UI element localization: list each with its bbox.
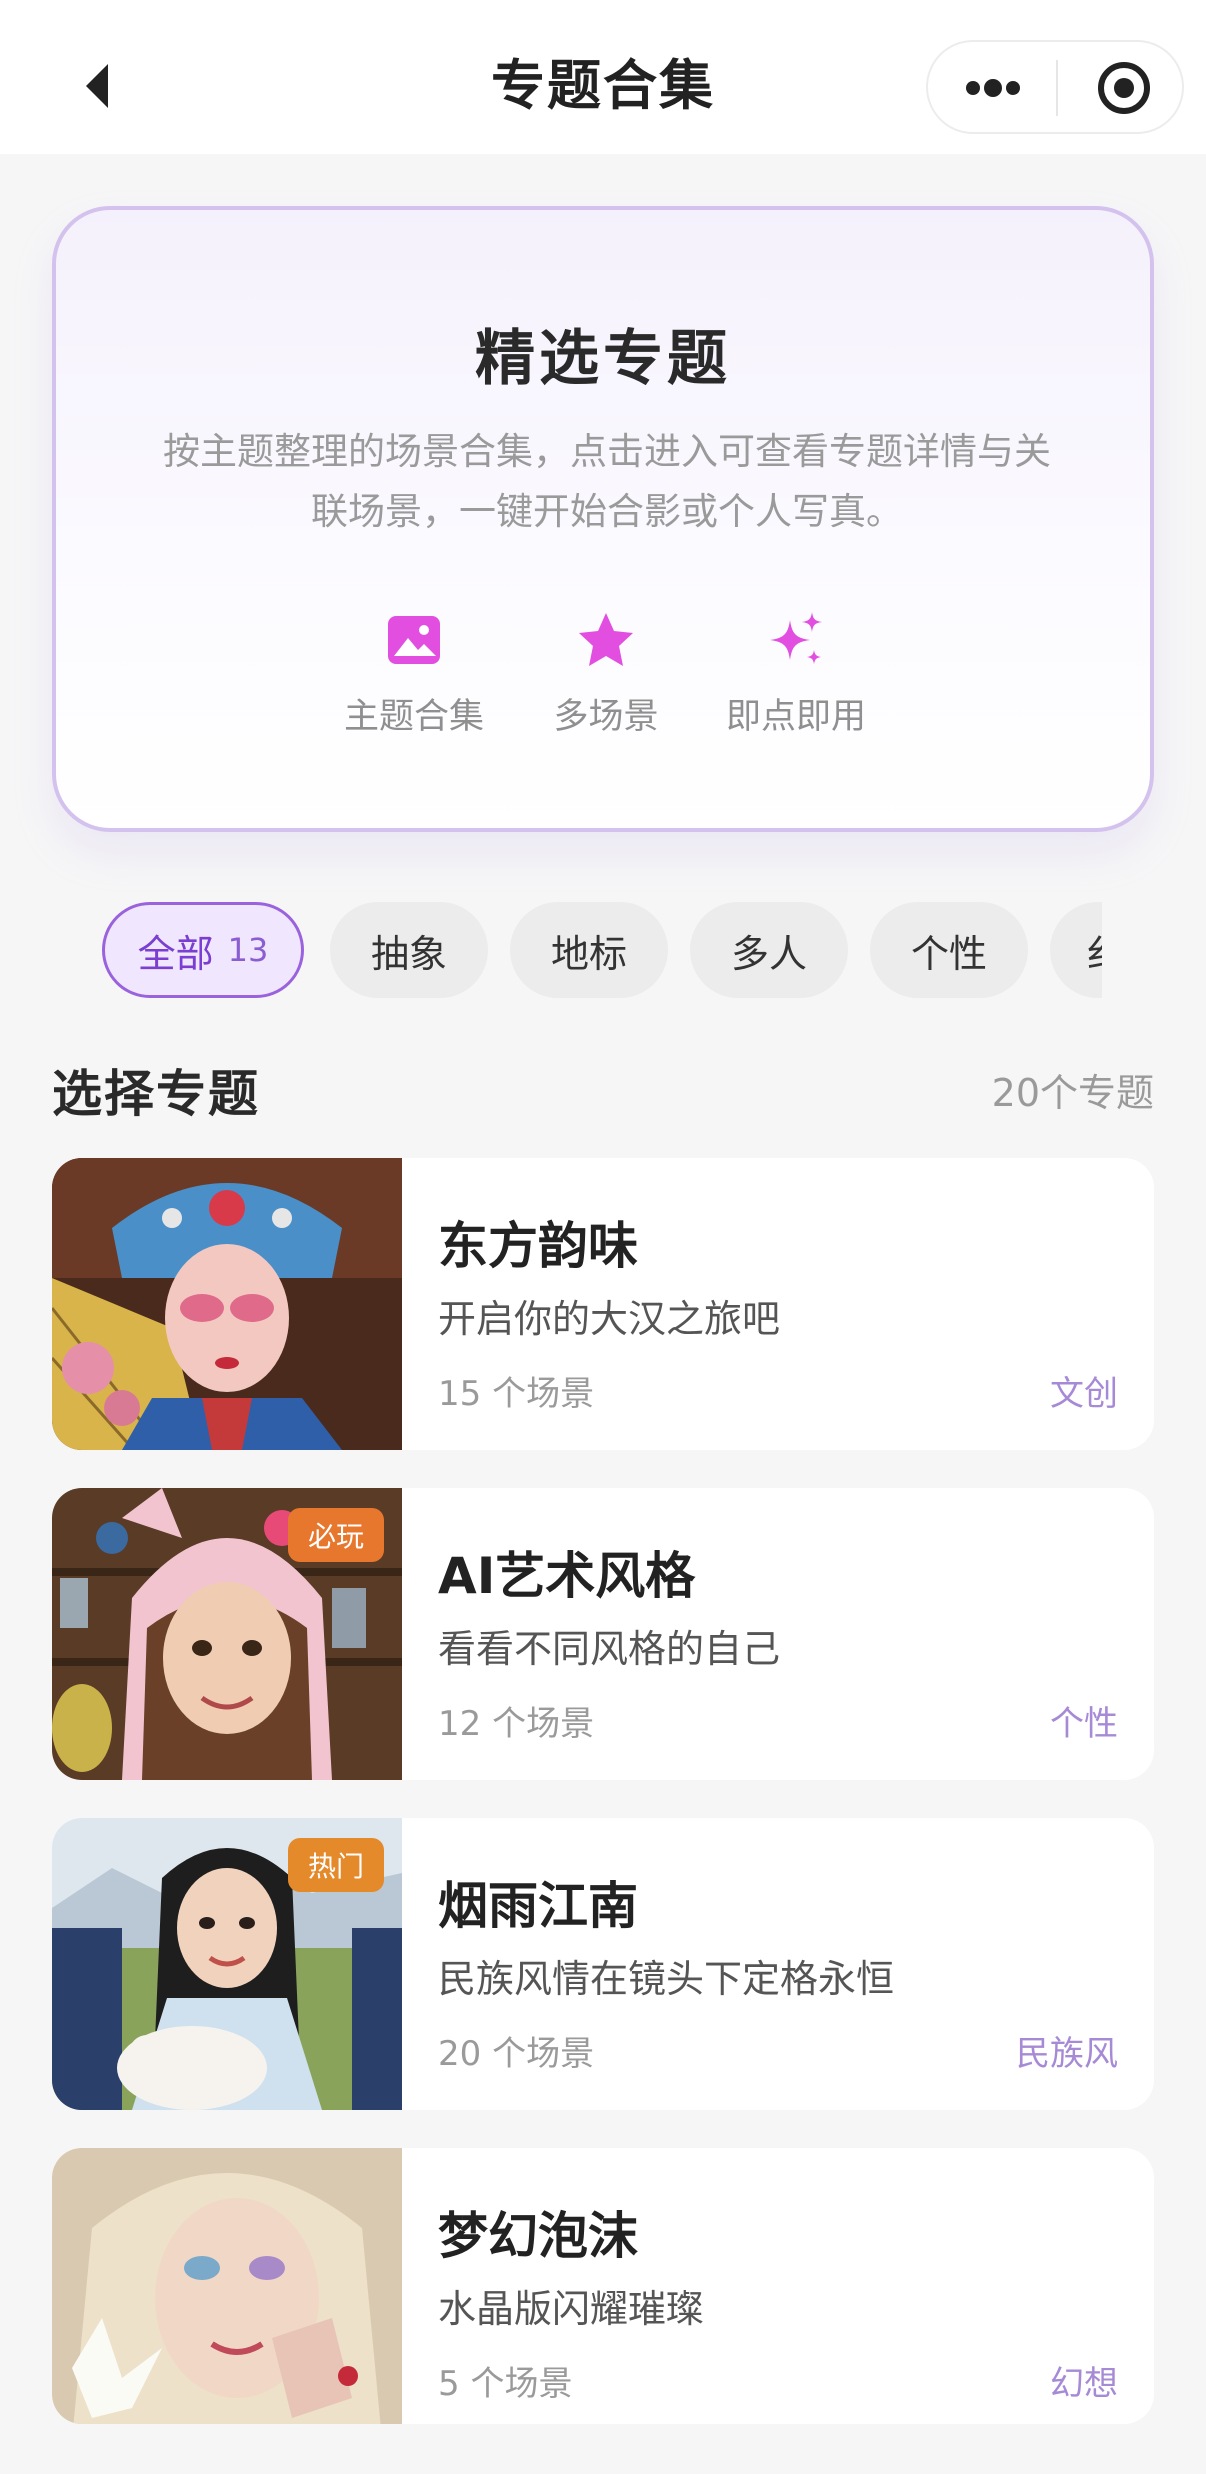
topic-title: 东方韵味 (438, 1217, 638, 1275)
topic-thumbnail-ethnic-girl: 热门 (52, 1818, 402, 2110)
filter-chip-personality[interactable]: 个性 (870, 902, 1028, 998)
topic-title: 梦幻泡沫 (438, 2207, 638, 2265)
topic-subtitle: 开启你的大汉之旅吧 (438, 1297, 781, 1341)
topic-subtitle: 民族风情在镜头下定格永恒 (438, 1957, 895, 2001)
feature-multi-scene: 多场景 (516, 610, 696, 739)
topic-scene-count: 12 个场景 (438, 1704, 595, 1744)
star-icon (576, 610, 636, 670)
topic-title: AI艺术风格 (438, 1547, 696, 1605)
topic-scene-count: 20 个场景 (438, 2034, 595, 2074)
image-icon (384, 610, 444, 670)
navigation-bar: 专题合集 (0, 0, 1206, 154)
category-filter-bar: 全部13 抽象 地标 多人 个性 纟 (102, 898, 1102, 1002)
mini-program-capsule (926, 40, 1184, 134)
topic-tag: 幻想 (1050, 2364, 1118, 2404)
topic-scene-count: 15 个场景 (438, 1374, 595, 1414)
topic-tag: 个性 (1050, 1704, 1118, 1744)
close-miniprogram-icon[interactable] (1096, 60, 1152, 116)
filter-chip-landmark[interactable]: 地标 (510, 902, 668, 998)
feature-topic-collection: 主题合集 (324, 610, 504, 739)
section-title: 选择专题 (52, 1065, 260, 1123)
badge-must-play: 必玩 (288, 1508, 384, 1562)
more-icon[interactable] (958, 70, 1028, 106)
topic-subtitle: 水晶版闪耀璀璨 (438, 2287, 705, 2331)
sparkle-icon (766, 610, 826, 670)
topic-card[interactable]: 东方韵味 开启你的大汉之旅吧 15 个场景 文创 (52, 1158, 1154, 1450)
topic-scene-count: 5 个场景 (438, 2364, 573, 2404)
topic-card[interactable]: 热门 烟雨江南 民族风情在镜头下定格永恒 20 个场景 民族风 (52, 1818, 1154, 2110)
topic-thumbnail-kitty-hat-girl: 必玩 (52, 1488, 402, 1780)
topic-title: 烟雨江南 (438, 1877, 638, 1935)
topic-count: 20个专题 (991, 1071, 1154, 1115)
badge-hot: 热门 (288, 1838, 384, 1892)
topic-card[interactable]: 必玩 AI艺术风格 看看不同风格的自己 12 个场景 个性 (52, 1488, 1154, 1780)
feature-instant-use: 即点即用 (706, 610, 886, 739)
topic-subtitle: 看看不同风格的自己 (438, 1627, 781, 1671)
topic-thumbnail-opera-face (52, 1158, 402, 1450)
topic-tag: 民族风 (1016, 2034, 1118, 2074)
filter-chip-group[interactable]: 多人 (690, 902, 848, 998)
featured-topics-banner: 精选专题 按主题整理的场景合集，点击进入可查看专题详情与关联场景，一键开始合影或… (52, 206, 1154, 832)
banner-title: 精选专题 (475, 324, 731, 394)
topic-thumbnail-dreamy-girl (52, 2148, 402, 2424)
filter-chip-all[interactable]: 全部 13 (102, 902, 304, 998)
topic-tag: 文创 (1050, 1374, 1118, 1414)
banner-description: 按主题整理的场景合集，点击进入可查看专题详情与关联场景，一键开始合影或个人写真。 (163, 430, 1051, 533)
filter-chip-partial[interactable]: 纟 (1050, 902, 1102, 998)
topic-card[interactable]: 梦幻泡沫 水晶版闪耀璀璨 5 个场景 幻想 (52, 2148, 1154, 2424)
filter-chip-abstract[interactable]: 抽象 (330, 902, 488, 998)
capsule-divider (1056, 60, 1058, 116)
